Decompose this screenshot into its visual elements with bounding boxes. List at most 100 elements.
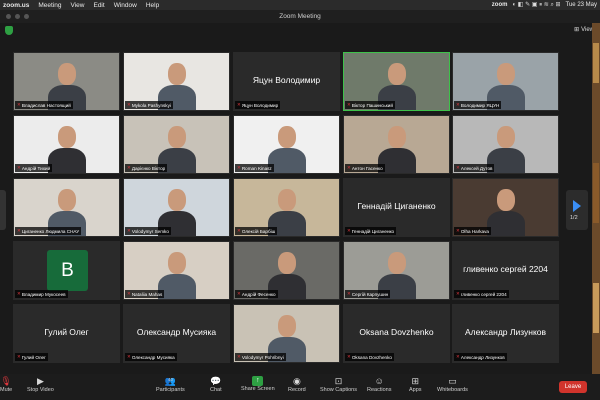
participant-tile[interactable]: гливенко сергей 2204 ✕ гливенко сергей 220… <box>452 241 559 300</box>
participant-tile[interactable]: ✕ Olha Harkava <box>452 178 559 237</box>
app-menu[interactable]: zoom.us <box>3 2 29 9</box>
participant-name-label: ✕ Olha Harkava <box>454 227 491 235</box>
menu-view[interactable]: View <box>71 2 85 9</box>
desktop-edge-strip <box>593 163 599 223</box>
participants-button[interactable]: 👥 40 Participants <box>156 376 185 393</box>
participant-tile[interactable]: В ✕ Владимир Мукосеев <box>13 241 120 300</box>
whiteboards-button[interactable]: ▭ Whiteboards <box>437 376 468 393</box>
participant-name-label: ✕ Олексій Барбіш <box>235 227 278 235</box>
participant-tile[interactable]: Геннадій Циганенко ✕ Геннадій Циганенко <box>343 178 450 237</box>
participant-name-label: ✕ Volodymyr Semko <box>125 227 171 235</box>
participant-tile[interactable]: ✕ Nataliia Mahas <box>123 241 230 300</box>
meeting-topbar: ⊞ View <box>0 23 600 38</box>
microphone-muted-icon: ✕ <box>456 165 460 170</box>
microphone-muted-icon: ✕ <box>347 291 351 296</box>
participant-tile[interactable]: ✕ Volodymyr Pohribnyi <box>233 304 340 363</box>
participant-tile[interactable]: ✕ Віктор Пашинський <box>343 52 450 111</box>
chevron-right-icon <box>573 200 581 212</box>
participant-display-name: Oksana Dovzhenko <box>359 327 434 337</box>
microphone-muted-icon: ✕ <box>237 291 241 296</box>
share-screen-button[interactable]: ↑ Share Screen <box>241 376 275 392</box>
participant-tile[interactable]: ✕ Владислав Настоящий <box>13 52 120 111</box>
share-screen-icon: ↑ <box>252 376 264 386</box>
minimize-window-icon[interactable] <box>15 14 20 19</box>
reactions-button[interactable]: ☺ Reactions <box>367 376 391 393</box>
next-page-button[interactable]: 1/2 <box>566 190 588 230</box>
participant-tile[interactable]: Олександр Мусияка ✕ Олександр Мусияка <box>123 304 230 363</box>
menu-window[interactable]: Window <box>114 2 137 9</box>
participant-name: Олексій Барбіш <box>241 228 276 234</box>
participant-tile[interactable]: ✕ Сергій Карпушин <box>343 241 450 300</box>
security-shield-icon[interactable] <box>5 26 13 35</box>
participant-name-label: ✕ Volodymyr Pohribnyi <box>235 353 286 361</box>
menu-help[interactable]: Help <box>146 2 159 9</box>
microphone-muted-icon: ✕ <box>17 228 21 233</box>
participant-name-label: ✕ Володимир ЯЦУН <box>454 101 502 109</box>
participant-tile[interactable]: ✕ Антон Гасенко <box>343 115 450 174</box>
participant-display-name: Гулий Олег <box>44 327 89 337</box>
participant-name-label: ✕ Roman Kinasz <box>235 164 274 172</box>
participant-tile[interactable]: ✕ Циганенко Людмила СНАУ <box>13 178 120 237</box>
participant-name: Volodymyr Semko <box>131 228 169 234</box>
view-button[interactable]: ⊞ View <box>574 26 594 34</box>
previous-page-handle[interactable] <box>0 190 6 230</box>
participant-name-label: ✕ гливенко сергей 2204 <box>454 290 509 298</box>
microphone-muted-icon: ✕ <box>347 354 351 359</box>
record-button[interactable]: ◉ Record <box>288 376 306 393</box>
participant-tile[interactable]: ✕ Roman Kinasz <box>233 115 340 174</box>
participant-tile[interactable]: Александр Лизунков ✕ Александр Лизунков <box>452 304 559 363</box>
microphone-muted-icon: ✕ <box>237 354 241 359</box>
participant-name: Александр Лизунков <box>460 354 505 360</box>
microphone-muted-icon: ✕ <box>17 165 21 170</box>
participant-tile[interactable]: Oksana Dovzhenko ✕ Oksana Dovzhenko <box>343 304 450 363</box>
maximize-window-icon[interactable] <box>24 14 29 19</box>
reactions-icon: ☺ <box>374 376 384 386</box>
mute-button[interactable]: 🎙 Mute <box>0 376 12 393</box>
participant-name-label: ✕ Геннадій Циганенко <box>345 227 397 235</box>
participant-tile[interactable]: ✕ Андрій Тихий <box>13 115 120 174</box>
menu-edit[interactable]: Edit <box>93 2 104 9</box>
microphone-muted-icon: ✕ <box>17 291 21 296</box>
tray-icons[interactable]: ◐ ◧ ✎ ▣ ⏸ ≋ ⌕ ⊞ <box>512 1 560 9</box>
clock[interactable]: Tue 23 May <box>566 2 597 8</box>
participant-tile[interactable]: ✕ Олексій Барбіш <box>233 178 340 237</box>
participant-name: Циганенко Людмила СНАУ <box>21 228 80 234</box>
participant-tile[interactable]: ✕ Дарієнко Віктор <box>123 115 230 174</box>
participant-tile[interactable]: ✕ Алексей Дутов <box>452 115 559 174</box>
participant-name-label: ✕ Алексей Дутов <box>454 164 495 172</box>
stop-video-button[interactable]: ▶ Stop Video <box>27 376 54 393</box>
apps-icon: ⊞ <box>411 376 420 386</box>
participant-name-label: ✕ Андрій Тихий <box>15 164 53 172</box>
participant-tile[interactable]: ✕ Андрій Фесенко <box>233 241 340 300</box>
show-captions-button[interactable]: ⊡ Show Captions <box>320 376 357 393</box>
participant-name: Андрій Фесенко <box>241 291 276 297</box>
microphone-muted-icon: ✕ <box>17 354 21 359</box>
leave-button[interactable]: Leave <box>559 381 587 393</box>
participant-name: Oksana Dovzhenko <box>351 354 392 360</box>
record-icon: ◉ <box>292 376 301 386</box>
zoom-tray-icon[interactable]: zoom <box>492 2 508 8</box>
participant-name: Nataliia Mahas <box>131 291 163 297</box>
grid-view-icon: ⊞ <box>574 27 580 33</box>
participant-name: гливенко сергей 2204 <box>460 291 507 297</box>
microphone-muted-icon: ✕ <box>237 165 241 170</box>
menu-meeting[interactable]: Meeting <box>38 2 61 9</box>
participant-tile[interactable]: ✕ Володимир ЯЦУН <box>452 52 559 111</box>
participant-name: Антон Гасенко <box>351 165 383 171</box>
participant-name-label: ✕ Владислав Настоящий <box>15 101 73 109</box>
participant-name: Андрій Тихий <box>21 165 51 171</box>
participant-name-label: ✕ Андрій Фесенко <box>235 290 278 298</box>
close-window-icon[interactable] <box>6 14 11 19</box>
participant-tile[interactable]: Яцун Володимир ✕ Яцун Володимир <box>233 52 340 111</box>
participant-tile[interactable]: ✕ Mykola Pashynskyi <box>123 52 230 111</box>
participant-name-label: ✕ Mykola Pashynskyi <box>125 101 173 109</box>
apps-button[interactable]: ⊞ Apps <box>409 376 422 393</box>
chat-bubble-icon: 💬 <box>210 376 222 386</box>
participant-tile[interactable]: Гулий Олег ✕ Гулий Олег <box>13 304 120 363</box>
window-titlebar: Zoom Meeting <box>0 10 600 23</box>
captions-icon: ⊡ <box>334 376 343 386</box>
chat-button[interactable]: 💬 Chat <box>210 376 222 393</box>
participant-name: Володимир ЯЦУН <box>460 102 500 108</box>
participant-tile[interactable]: ✕ Volodymyr Semko <box>123 178 230 237</box>
participant-display-name: Олександр Мусияка <box>136 327 217 337</box>
